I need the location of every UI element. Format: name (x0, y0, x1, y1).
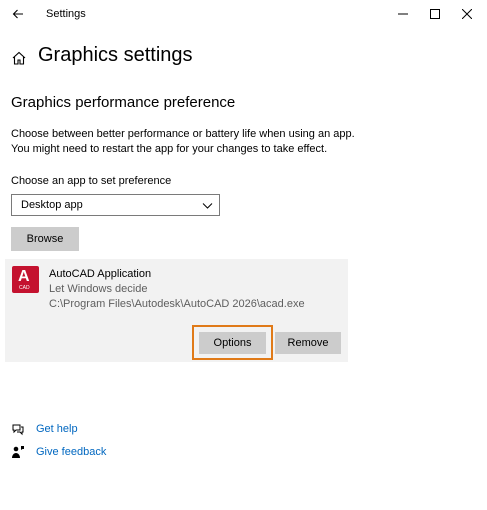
give-feedback-row[interactable]: Give feedback (11, 445, 106, 459)
maximize-button[interactable] (423, 4, 447, 24)
chooser-label: Choose an app to set preference (11, 175, 172, 187)
section-description: Choose between better performance or bat… (11, 127, 431, 157)
app-path: C:\Program Files\Autodesk\AutoCAD 2026\a… (49, 298, 305, 310)
back-arrow-icon[interactable] (9, 5, 27, 23)
options-button[interactable]: Options (199, 332, 266, 354)
app-icon-caption: CAD (19, 285, 30, 291)
feedback-person-icon (11, 445, 25, 459)
close-button[interactable] (455, 4, 479, 24)
give-feedback-link[interactable]: Give feedback (36, 446, 106, 458)
app-name: AutoCAD Application (49, 268, 152, 280)
window-title: Settings (46, 8, 86, 20)
title-bar: Settings (0, 0, 487, 28)
home-icon (11, 50, 27, 66)
remove-button[interactable]: Remove (275, 332, 341, 354)
help-chat-icon (11, 422, 25, 436)
dropdown-selected-value: Desktop app (21, 199, 83, 211)
get-help-link[interactable]: Get help (36, 423, 78, 435)
app-type-dropdown[interactable]: Desktop app (11, 194, 220, 216)
minimize-button[interactable] (391, 4, 415, 24)
browse-button[interactable]: Browse (11, 227, 79, 251)
get-help-row[interactable]: Get help (11, 422, 78, 436)
app-icon-letter: A (18, 268, 30, 285)
app-preference: Let Windows decide (49, 283, 148, 295)
description-line: You might need to restart the app for yo… (11, 143, 328, 155)
description-line: Choose between better performance or bat… (11, 128, 355, 140)
chevron-down-icon (202, 200, 213, 214)
section-title: Graphics performance preference (11, 94, 236, 111)
page-title: Graphics settings (38, 44, 193, 66)
autocad-app-icon: A CAD (12, 266, 39, 293)
